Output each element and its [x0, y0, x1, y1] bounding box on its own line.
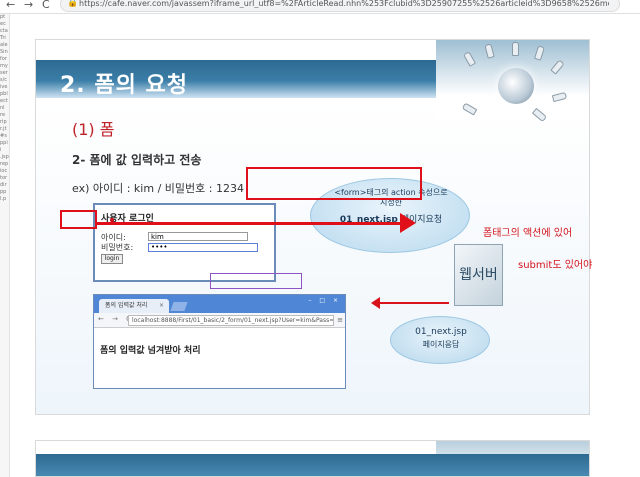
window-controls: – □ × — [308, 297, 341, 304]
close-icon: × — [159, 302, 165, 309]
new-tab-icon — [170, 302, 188, 311]
slide-title: 2. 폼의 요청 — [60, 73, 188, 98]
sidebar-snippet: re — [0, 112, 6, 118]
globe-icon — [498, 68, 534, 104]
result-browser-screenshot: 폼의 입력값 처리 × – □ × ← → C localhost:8888/Fi… — [93, 294, 346, 389]
slide-subtitle: (1) 폼 — [72, 120, 115, 139]
browser-tab: 폼의 입력값 처리 × — [99, 299, 169, 313]
sidebar-snippet: Tri — [0, 35, 6, 41]
response-bubble-line2: 페이지응답 — [422, 340, 460, 349]
left-sidebar: pt ec cta Tri ale Sin for my ser s/c ive pbl ect nl re… — [0, 14, 10, 477]
request-arrowhead — [400, 213, 416, 233]
sidebar-snippet: s/c — [0, 77, 8, 83]
annotation-note-1: 폼태그의 액션에 있어 — [483, 228, 573, 239]
back-button[interactable]: ← — [6, 0, 15, 12]
next-slide-band — [36, 454, 589, 476]
browser-nav-row: ← → C localhost:8888/First/01_basic/2_fo… — [94, 313, 345, 328]
sidebar-snippet: rip — [0, 119, 7, 125]
sidebar-snippet: my — [0, 63, 8, 69]
address-url: https://cafe.naver.com/javassem?iframe_u… — [79, 0, 609, 8]
login-button-highlight — [60, 210, 97, 229]
sidebar-snippet: ale — [0, 42, 8, 48]
result-body-text: 폼의 입력값 넘겨받아 처리 — [100, 346, 201, 356]
sidebar-snippet: l.p — [0, 196, 7, 202]
reload-button[interactable]: C — [42, 0, 50, 12]
request-arrow-line — [97, 222, 407, 225]
slide-example: ex) 아이디 : kim / 비밀번호 : 1234 — [72, 182, 244, 195]
sidebar-snippet: ioc — [0, 168, 8, 174]
sidebar-snippet: tor — [0, 175, 8, 181]
browser-tab-title: 폼의 입력값 처리 — [105, 302, 148, 309]
login-form-screenshot: 사용자 로그인 아이디: kim 비밀번호: •••• login — [93, 203, 276, 282]
sidebar-snippet: r.jt — [0, 126, 7, 132]
sidebar-snippet: .jsp — [0, 154, 9, 160]
sidebar-snippet: #s — [0, 133, 7, 139]
sidebar-snippet: ec — [0, 21, 6, 27]
menu-icon: ≡ — [337, 316, 343, 324]
password-label: 비밀번호: — [101, 243, 134, 252]
request-bubble-highlight — [246, 167, 422, 200]
sidebar-snippet: pt — [0, 14, 6, 20]
sidebar-snippet: for — [0, 56, 7, 62]
response-arrow — [379, 302, 449, 304]
sidebar-snippet: rep — [0, 161, 9, 167]
sidebar-snippet: ive — [0, 84, 8, 90]
annotation-note-2: submit도 있어야 — [518, 260, 593, 271]
query-string-highlight — [210, 273, 302, 289]
sidebar-snippet: ser — [0, 70, 8, 76]
sidebar-snippet: Sin — [0, 49, 8, 55]
address-bar[interactable]: 🔒 https://cafe.naver.com/javassem?iframe… — [60, 0, 620, 12]
figure-icon — [512, 42, 519, 56]
sidebar-snippet: pp — [0, 189, 7, 195]
next-slide-preview — [35, 440, 590, 477]
sidebar-snippet: cta — [0, 28, 8, 34]
webserver-box: 웹서버 — [454, 244, 503, 306]
response-bubble: 01_next.jsp 페이지응답 — [390, 316, 490, 364]
sidebar-snippet: nl — [0, 105, 5, 111]
sidebar-snippet: ppi — [0, 140, 8, 146]
slide-step: 2- 폼에 값 입력하고 전송 — [72, 153, 202, 167]
sidebar-snippet: i — [0, 147, 2, 153]
browser-toolbar: ← → C 🔒 https://cafe.naver.com/javassem?… — [0, 0, 640, 14]
password-field: •••• — [148, 243, 258, 252]
sidebar-snippet: ect — [0, 98, 8, 104]
forward-button[interactable]: → — [24, 0, 33, 12]
sidebar-snippet: pbl — [0, 91, 8, 97]
result-address: localhost:8888/First/01_basic/2_form/01_… — [128, 315, 334, 326]
lock-icon: 🔒 — [67, 0, 79, 8]
browser-tab-row: 폼의 입력값 처리 × – □ × — [94, 295, 345, 313]
response-bubble-line1: 01_next.jsp — [415, 327, 467, 337]
login-button: login — [101, 254, 123, 264]
sidebar-snippet: dir — [0, 182, 7, 188]
id-field: kim — [148, 232, 248, 241]
